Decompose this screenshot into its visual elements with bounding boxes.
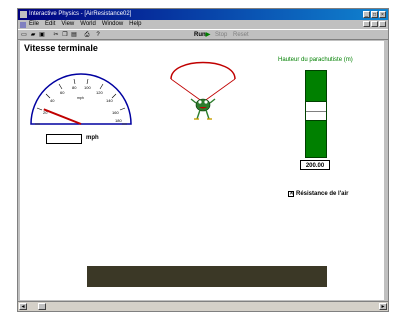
- app-icon: [20, 11, 27, 18]
- tick-label: 160: [112, 110, 119, 115]
- tick-label: 180: [115, 118, 122, 123]
- help-icon[interactable]: ?: [94, 31, 102, 39]
- menu-view[interactable]: View: [61, 20, 74, 29]
- app-window: Interactive Physics - [AirResistance02] …: [17, 8, 389, 312]
- menu-edit[interactable]: Edit: [45, 20, 55, 29]
- doc-restore-button[interactable]: [371, 21, 378, 27]
- page-title: Vitesse terminale: [24, 43, 98, 53]
- document-icon[interactable]: [20, 22, 26, 28]
- tick-label: 100: [84, 85, 91, 90]
- open-icon[interactable]: ▰: [29, 31, 37, 39]
- doc-minimize-button[interactable]: [363, 21, 370, 27]
- tick-label: 60: [60, 90, 65, 95]
- new-icon[interactable]: ▭: [20, 31, 28, 39]
- vertical-frame-edge: [384, 40, 388, 301]
- height-label: Hauteur du parachutiste (m): [278, 57, 353, 63]
- run-label: Run: [194, 32, 206, 38]
- speedometer: 20 40 60 80 100 120 140 160 180 mph: [30, 73, 132, 125]
- skydiver-arm: [209, 98, 216, 104]
- menu-help[interactable]: Help: [129, 20, 141, 29]
- skydiver-body: [195, 98, 211, 112]
- height-readout: 200.00: [300, 160, 330, 170]
- parachute-line: [170, 78, 204, 103]
- parachute-canopy: [170, 61, 236, 80]
- skydiver-eye: [204, 100, 208, 104]
- toolbar: ▭ ▰ ▣ ✂ ❐ ▤ ⎙ ? Run▶ Stop Reset: [18, 29, 388, 40]
- height-gauge-marker[interactable]: [305, 101, 327, 121]
- close-button[interactable]: ×: [379, 11, 386, 18]
- tick-label: 80: [72, 85, 77, 90]
- skydiver-leg: [205, 109, 210, 120]
- stop-button[interactable]: Stop: [215, 31, 227, 39]
- speed-unit-label: mph: [86, 135, 99, 141]
- window-title: Interactive Physics - [AirResistance02]: [29, 11, 132, 17]
- tick-label: 40: [50, 98, 55, 103]
- air-resistance-checkbox[interactable]: ✕: [288, 191, 294, 197]
- paste-icon[interactable]: ▤: [70, 31, 78, 39]
- cut-icon[interactable]: ✂: [52, 31, 60, 39]
- window-controls: _ □ ×: [363, 11, 386, 18]
- skydiver-eye: [198, 100, 202, 104]
- document-controls: [363, 21, 386, 27]
- doc-close-button[interactable]: [379, 21, 386, 27]
- menu-bar: Eile Edit View World Window Help: [18, 20, 388, 29]
- scroll-right-button[interactable]: ▸: [379, 303, 387, 310]
- air-resistance-label: Résistance de l'air: [296, 191, 349, 197]
- play-icon: ▶: [205, 32, 211, 38]
- print-icon[interactable]: ⎙: [83, 31, 91, 39]
- speed-field[interactable]: [46, 134, 82, 144]
- title-bar[interactable]: Interactive Physics - [AirResistance02] …: [18, 9, 388, 20]
- tick-label: 120: [96, 90, 103, 95]
- skydiver[interactable]: [163, 47, 243, 137]
- horizontal-scrollbar[interactable]: ◂ ▸: [18, 301, 388, 311]
- run-button[interactable]: Run▶: [194, 31, 210, 39]
- parachute-line: [202, 78, 236, 103]
- skydiver-leg: [196, 109, 201, 120]
- copy-icon[interactable]: ❐: [61, 31, 69, 39]
- tick-label: 140: [106, 98, 113, 103]
- checkmark-icon: ✕: [289, 191, 295, 197]
- menu-window[interactable]: Window: [102, 20, 123, 29]
- minimize-button[interactable]: _: [363, 11, 370, 18]
- speedometer-unit: mph: [77, 96, 84, 100]
- reset-button[interactable]: Reset: [233, 31, 249, 39]
- simulation-canvas[interactable]: Vitesse terminale 20 40 60 80 100 120 14…: [20, 41, 386, 300]
- scroll-left-button[interactable]: ◂: [19, 303, 27, 310]
- menu-world[interactable]: World: [80, 20, 96, 29]
- menu-file[interactable]: Eile: [29, 20, 39, 29]
- maximize-button[interactable]: □: [371, 11, 378, 18]
- ground: [87, 266, 327, 287]
- save-icon[interactable]: ▣: [38, 31, 46, 39]
- skydiver-arm: [190, 98, 197, 104]
- scroll-thumb[interactable]: [38, 303, 46, 310]
